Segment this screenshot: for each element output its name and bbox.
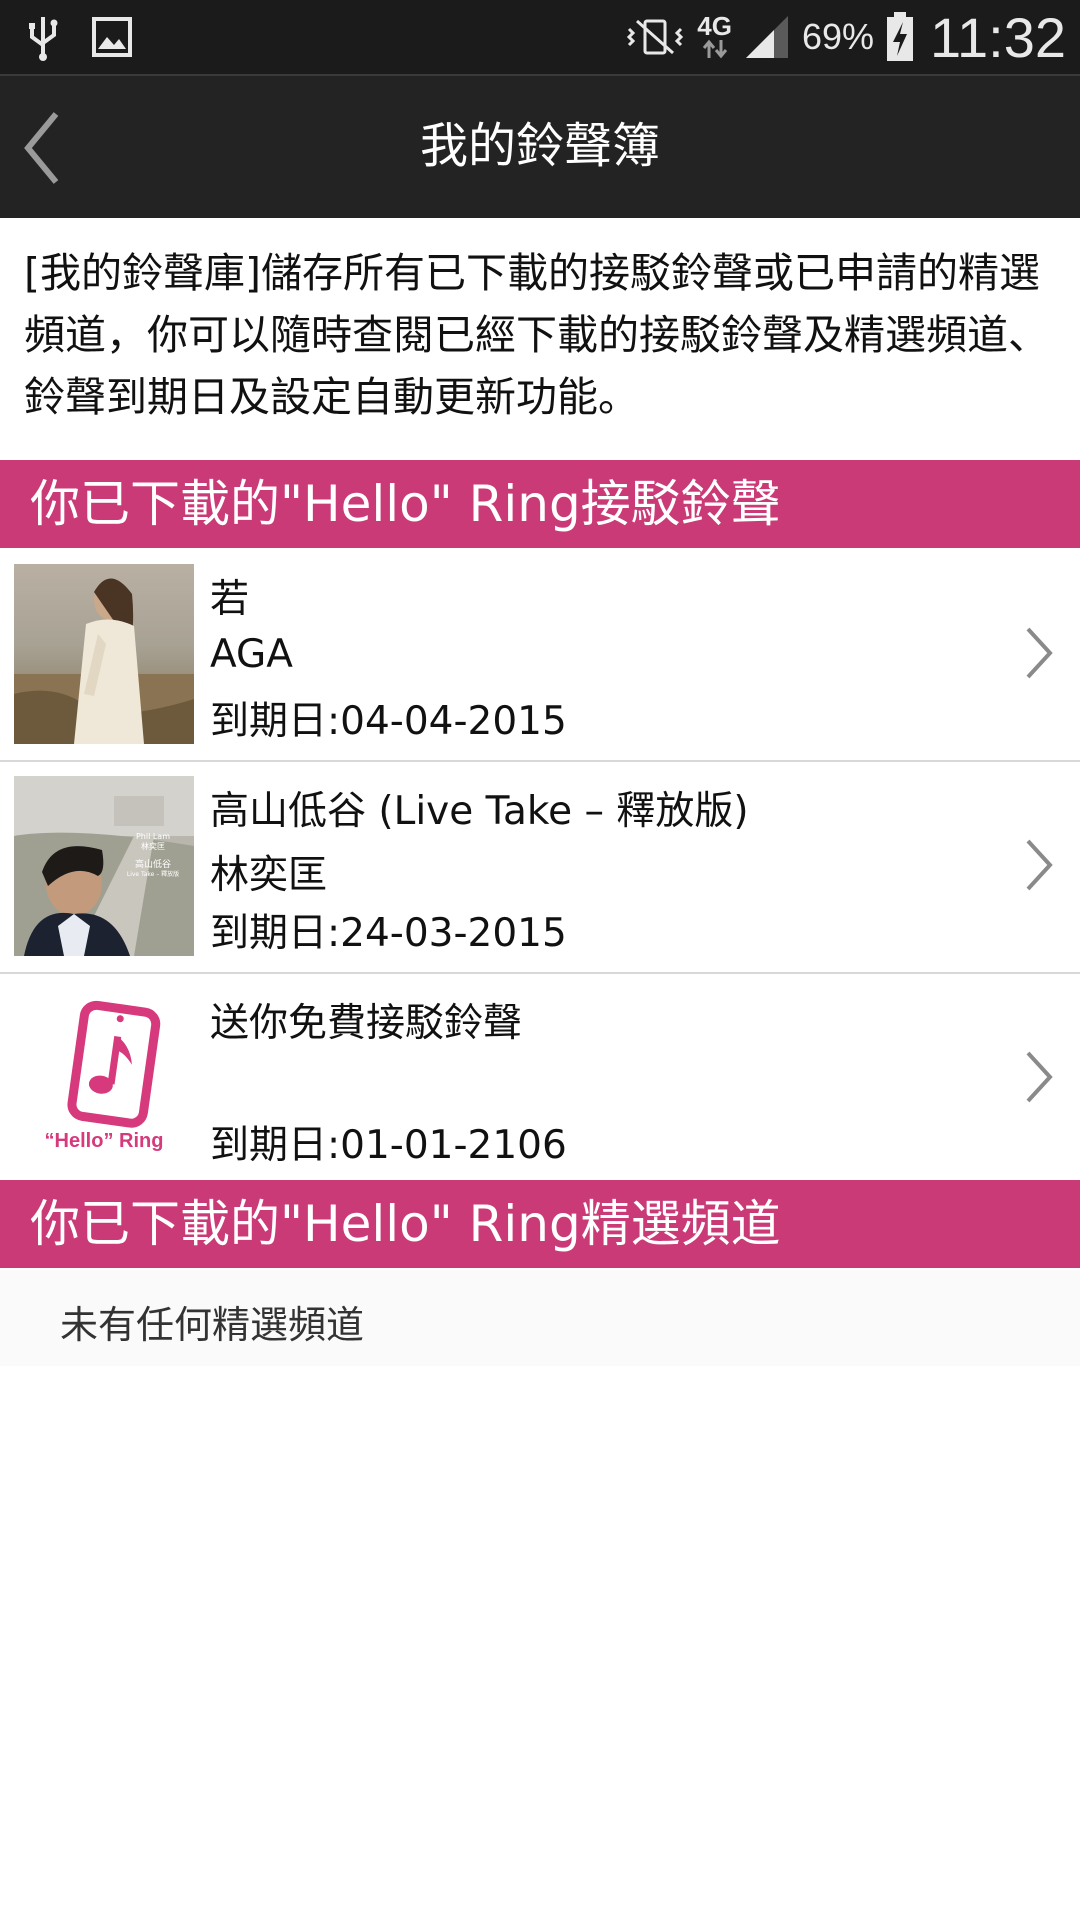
intro-description: [我的鈴聲庫]儲存所有已下載的接駁鈴聲或已申請的精選頻道，你可以隨時查閱已經下載… [24, 249, 1049, 421]
channels-section-header: 你已下載的"Hello" Ring精選頻道 [0, 1180, 1080, 1268]
ringtones-section-header: 你已下載的"Hello" Ring接駁鈴聲 [0, 460, 1080, 548]
channels-empty-state: 未有任何精選頻道 [0, 1270, 1080, 1366]
clock: 11:32 [930, 5, 1066, 69]
expiry-date: 到期日:04-04-2015 [210, 699, 567, 744]
song-title: 高山低谷 (Live Take – 釋放版) [210, 789, 749, 834]
battery-charging-icon [887, 12, 914, 61]
phone-music-icon [67, 1000, 161, 1128]
network-indicator: 4G [697, 11, 732, 60]
data-arrows-icon [702, 39, 727, 59]
image-icon [92, 17, 132, 57]
status-bar: 4G 69% 11:32 [0, 0, 1080, 74]
ringtone-item[interactable]: “Hello” Ring 送你免費接駁鈴聲 到期日:01-01-2106 [0, 974, 1080, 1186]
hello-ring-logo: “Hello” Ring [14, 988, 194, 1168]
usb-icon [29, 17, 58, 61]
ringtone-item[interactable]: 若 AGA 到期日:04-04-2015 [0, 550, 1080, 762]
empty-message: 未有任何精選頻道 [60, 1303, 365, 1347]
song-title: 若 [210, 577, 250, 622]
expiry-date: 到期日:24-03-2015 [210, 911, 567, 956]
album-cover [14, 564, 194, 744]
ringtone-item[interactable]: Phil Lam 林奕匡 高山低谷 Live Take – 釋放版 高山低谷 (… [0, 762, 1080, 974]
song-title: 送你免費接駁鈴聲 [210, 1001, 523, 1046]
album-cover: Phil Lam 林奕匡 高山低谷 Live Take – 釋放版 [14, 776, 194, 956]
chevron-right-icon [1026, 627, 1053, 679]
album-cover-text: Phil Lam 林奕匡 高山低谷 Live Take – 釋放版 [126, 832, 180, 878]
artist-name: 林奕匡 [210, 853, 328, 898]
chevron-right-icon [1026, 1051, 1053, 1103]
vibrate-icon [627, 19, 684, 55]
chevron-right-icon [1026, 839, 1053, 891]
app-bar: 我的鈴聲簿 [0, 74, 1080, 218]
network-type-label: 4G [697, 11, 732, 41]
page-title: 我的鈴聲簿 [419, 118, 660, 174]
hello-ring-logo-text: “Hello” Ring [44, 1130, 164, 1152]
expiry-date: 到期日:01-01-2106 [210, 1123, 567, 1168]
artist-name: AGA [210, 632, 293, 677]
battery-percent: 69% [801, 16, 875, 57]
signal-icon [745, 16, 788, 58]
ringtone-list: 若 AGA 到期日:04-04-2015 Phil Lam 林奕匡 高山低谷 L… [0, 550, 1080, 1186]
